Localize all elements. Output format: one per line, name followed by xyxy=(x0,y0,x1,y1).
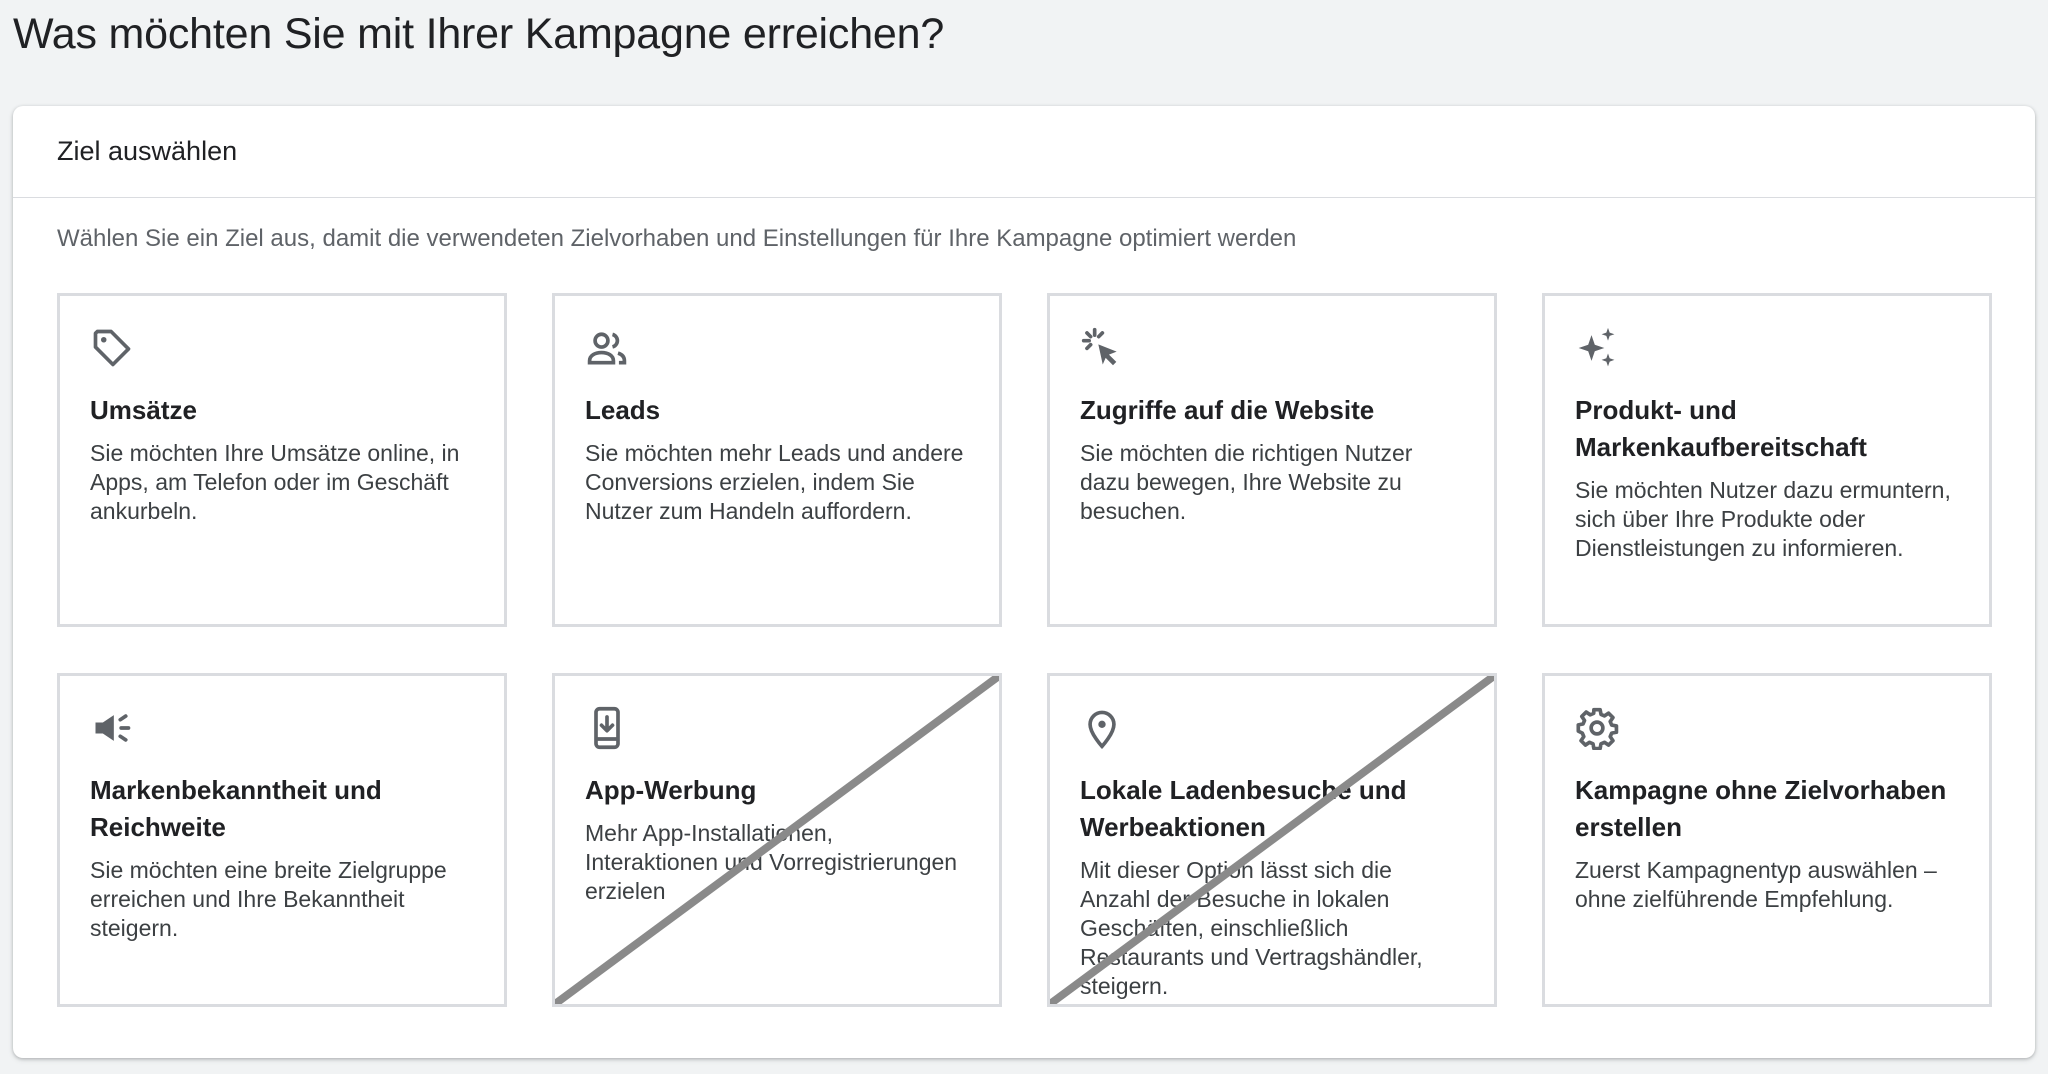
goal-card-umsaetze[interactable]: Umsätze Sie möchten Ihre Umsätze online,… xyxy=(57,293,507,627)
goal-card-app-promotion[interactable]: App-Werbung Mehr App-Installationen, Int… xyxy=(552,673,1002,1007)
goal-card-text: Sie möchten Ihre Umsätze online, in Apps… xyxy=(90,440,460,524)
goal-cards-grid: Umsätze Sie möchten Ihre Umsätze online,… xyxy=(57,293,1992,1007)
goal-card-leads[interactable]: Leads Sie möchten mehr Leads und andere … xyxy=(552,293,1002,627)
panel-header: Ziel auswählen xyxy=(13,106,2035,198)
goal-card-local-store-visits[interactable]: Lokale Ladenbesuche und Werbeaktionen Mi… xyxy=(1047,673,1497,1007)
goal-card-text: Mehr App-Installationen, Interaktionen u… xyxy=(585,820,958,904)
goal-card-text: Sie möchten Nutzer dazu ermuntern, sich … xyxy=(1575,477,1951,561)
gear-icon xyxy=(1575,706,1619,750)
location-pin-icon xyxy=(1080,706,1124,750)
goal-selection-panel: Ziel auswählen Wählen Sie ein Ziel aus, … xyxy=(13,106,2035,1058)
panel-description: Wählen Sie ein Ziel aus, damit die verwe… xyxy=(57,225,1297,252)
sparkle-icon xyxy=(1575,326,1619,370)
goal-card-title: Lokale Ladenbesuche und Werbeaktionen xyxy=(1080,775,1407,842)
goal-card-brand-awareness[interactable]: Markenbekanntheit und Reichweite Sie möc… xyxy=(57,673,507,1007)
goal-card-title: Produkt- und Markenkaufbereitschaft xyxy=(1575,395,1867,462)
goal-card-text: Zuerst Kampagnentyp auswählen – ohne zie… xyxy=(1575,857,1937,912)
page-title: Was möchten Sie mit Ihrer Kampagne errei… xyxy=(13,10,945,58)
megaphone-icon xyxy=(90,706,134,750)
goal-card-title: Leads xyxy=(585,395,661,425)
phone-download-icon xyxy=(585,706,629,750)
goal-card-text: Mit dieser Option lässt sich die Anzahl … xyxy=(1080,857,1423,999)
goal-card-title: Markenbekanntheit und Reichweite xyxy=(90,775,382,842)
tag-icon xyxy=(90,326,134,370)
goal-card-title: App-Werbung xyxy=(585,775,757,805)
people-icon xyxy=(585,326,629,370)
goal-card-consideration[interactable]: Produkt- und Markenkaufbereitschaft Sie … xyxy=(1542,293,1992,627)
goal-card-text: Sie möchten mehr Leads und andere Conver… xyxy=(585,440,964,524)
goal-card-no-goal[interactable]: Kampagne ohne Zielvorhaben erstellen Zue… xyxy=(1542,673,1992,1007)
goal-card-title: Kampagne ohne Zielvorhaben erstellen xyxy=(1575,775,1947,842)
goal-card-website-traffic[interactable]: Zugriffe auf die Website Sie möchten die… xyxy=(1047,293,1497,627)
goal-card-title: Zugriffe auf die Website xyxy=(1080,395,1375,425)
goal-card-text: Sie möchten eine breite Zielgruppe errei… xyxy=(90,857,447,941)
cursor-click-icon xyxy=(1080,326,1124,370)
goal-card-text: Sie möchten die richtigen Nutzer dazu be… xyxy=(1080,440,1413,524)
goal-card-title: Umsätze xyxy=(90,395,197,425)
